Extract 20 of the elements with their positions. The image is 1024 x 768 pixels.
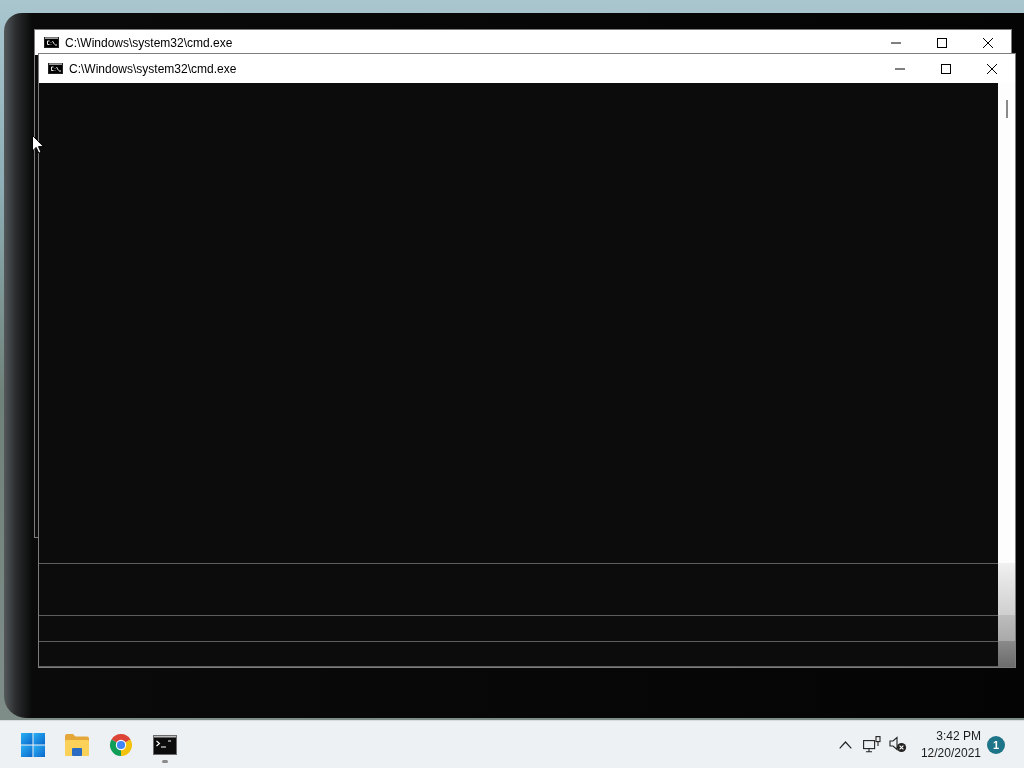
close-icon [987,63,997,74]
console-icon [44,37,59,48]
maximize-icon [941,63,951,74]
chevron-up-icon[interactable] [839,740,853,749]
monitor-icon[interactable] [862,736,881,753]
terminal-icon[interactable] [153,734,177,755]
notification-badge[interactable]: 1 [987,735,1005,754]
clock-time: 3:42 PM [936,727,981,745]
round-logo-icon[interactable] [109,732,133,757]
clock-date: 12/20/2021 [920,744,981,762]
console-icon [48,63,63,74]
maximize-icon [937,37,947,48]
scrollbar-thumb[interactable] [1006,100,1008,118]
folder-icon[interactable] [65,732,89,757]
scrollbar[interactable] [998,83,1015,667]
window-title: C:\Windows\system32\cmd.exe [65,35,234,50]
window-title: C:\Windows\system32\cmd.exe [69,61,238,76]
four-squares-icon[interactable] [21,732,45,757]
close-icon [983,37,993,48]
speaker-muted-icon[interactable] [888,736,907,753]
